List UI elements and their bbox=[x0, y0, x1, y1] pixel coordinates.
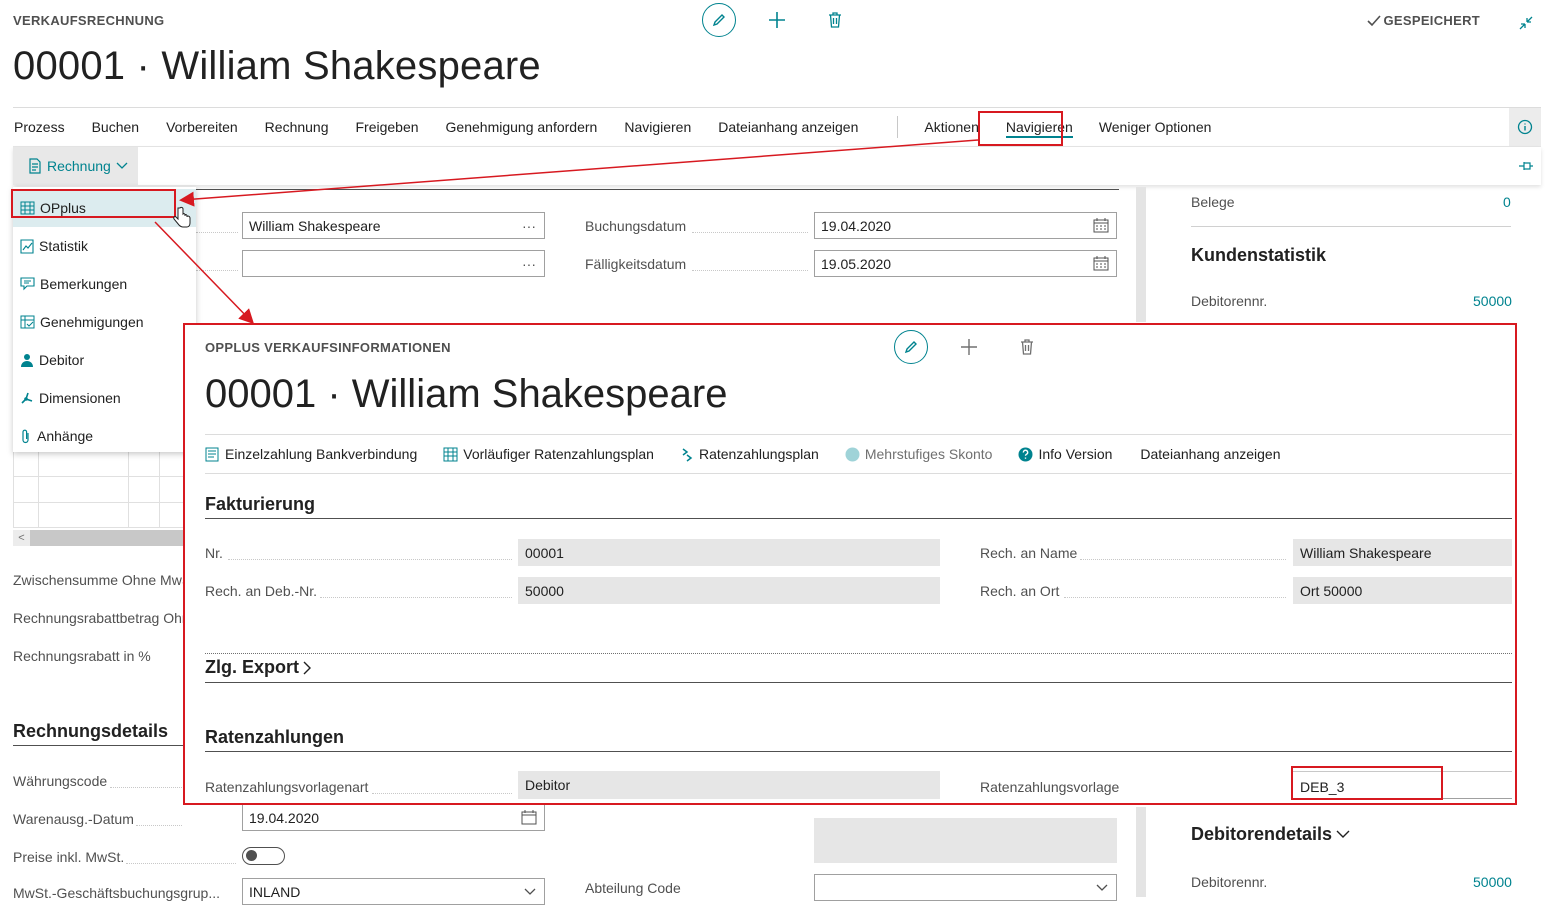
callout-arrows bbox=[154, 139, 979, 325]
hand-cursor-icon bbox=[173, 206, 191, 228]
